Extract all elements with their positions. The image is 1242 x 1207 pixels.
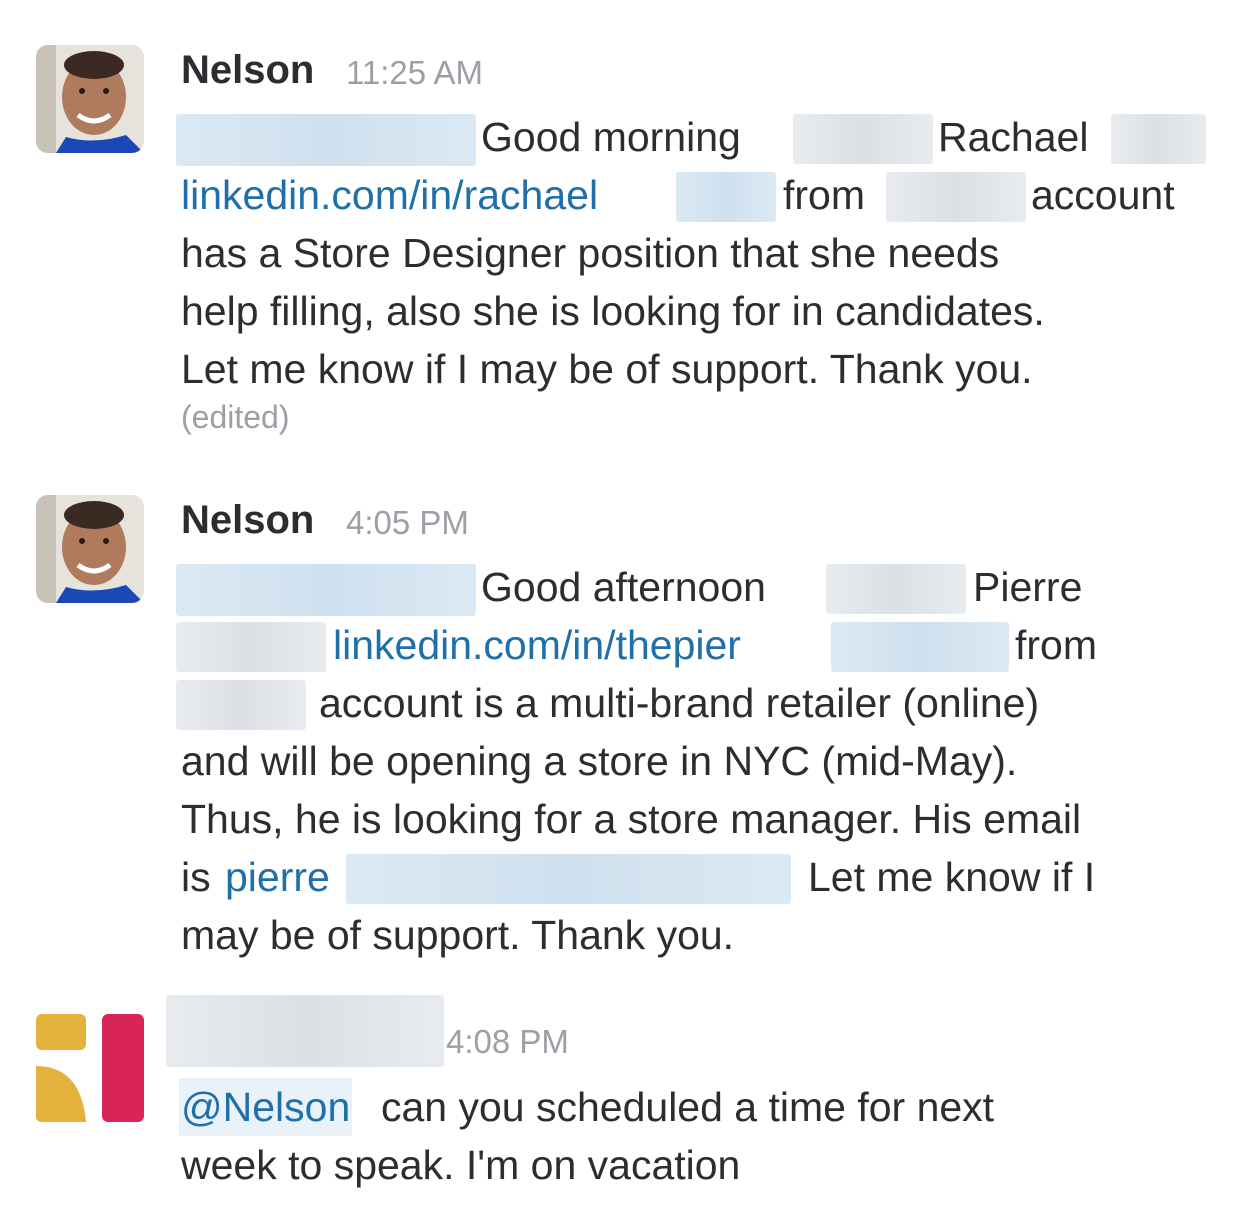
account-text: account xyxy=(1031,172,1175,218)
body-text: Let me know if I xyxy=(808,854,1096,900)
body-line: account is a multi-brand retailer (onlin… xyxy=(319,680,1040,726)
author-name[interactable]: Nelson xyxy=(181,46,314,94)
mention-nelson[interactable]: @Nelson xyxy=(179,1078,353,1136)
body-line: help filling, also she is looking for in… xyxy=(181,288,1045,334)
message-body: @Nelson can you scheduled a time for nex… xyxy=(179,1078,1221,1194)
message-body: Good morning Rachael linkedin.com/in/rac… xyxy=(176,108,1221,398)
body-line: week to speak. I'm on vacation xyxy=(181,1142,741,1188)
message-body: Good afternoon Pierre linkedin.com/in/th… xyxy=(176,558,1221,964)
timestamp[interactable]: 11:25 AM xyxy=(346,49,483,97)
body-text: can you scheduled a time for next xyxy=(381,1084,995,1130)
body-line: and will be opening a store in NYC (mid-… xyxy=(181,738,1018,784)
from-text: from xyxy=(1015,622,1097,668)
body-line: has a Store Designer position that she n… xyxy=(181,230,1000,276)
edited-label: (edited) xyxy=(181,399,290,435)
author-name[interactable]: Nelson xyxy=(181,496,314,544)
timestamp[interactable]: 4:05 PM xyxy=(346,499,469,547)
avatar[interactable] xyxy=(36,1014,144,1122)
greeting-text: Good afternoon xyxy=(481,564,766,610)
redacted-surname xyxy=(1111,114,1206,164)
redacted-mention xyxy=(176,114,476,166)
timestamp[interactable]: 4:08 PM xyxy=(446,1018,569,1066)
from-text: from xyxy=(783,172,865,218)
first-name-text: Rachael xyxy=(938,114,1089,160)
redacted-name xyxy=(826,564,966,614)
redacted-link-tail xyxy=(676,172,776,222)
body-line: Let me know if I may be of support. Than… xyxy=(181,346,1033,392)
is-text: is xyxy=(181,854,211,900)
redacted-name xyxy=(793,114,933,164)
avatar[interactable] xyxy=(36,45,144,153)
body-line: may be of support. Thank you. xyxy=(181,912,735,958)
avatar[interactable] xyxy=(36,495,144,603)
redacted-company xyxy=(176,680,306,730)
redacted-surname xyxy=(176,622,326,672)
redacted-author-name xyxy=(166,995,444,1067)
body-line: Thus, he is looking for a store manager.… xyxy=(181,796,1082,842)
redacted-email-tail xyxy=(346,854,791,904)
redacted-link-tail xyxy=(831,622,1009,672)
redacted-company xyxy=(886,172,1026,222)
redacted-mention xyxy=(176,564,476,616)
linkedin-link[interactable]: linkedin.com/in/rachael xyxy=(181,166,598,224)
first-name-text: Pierre xyxy=(973,564,1083,610)
email-link[interactable]: pierre xyxy=(225,848,330,906)
greeting-text: Good morning xyxy=(481,114,741,160)
linkedin-link[interactable]: linkedin.com/in/thepier xyxy=(333,616,741,674)
